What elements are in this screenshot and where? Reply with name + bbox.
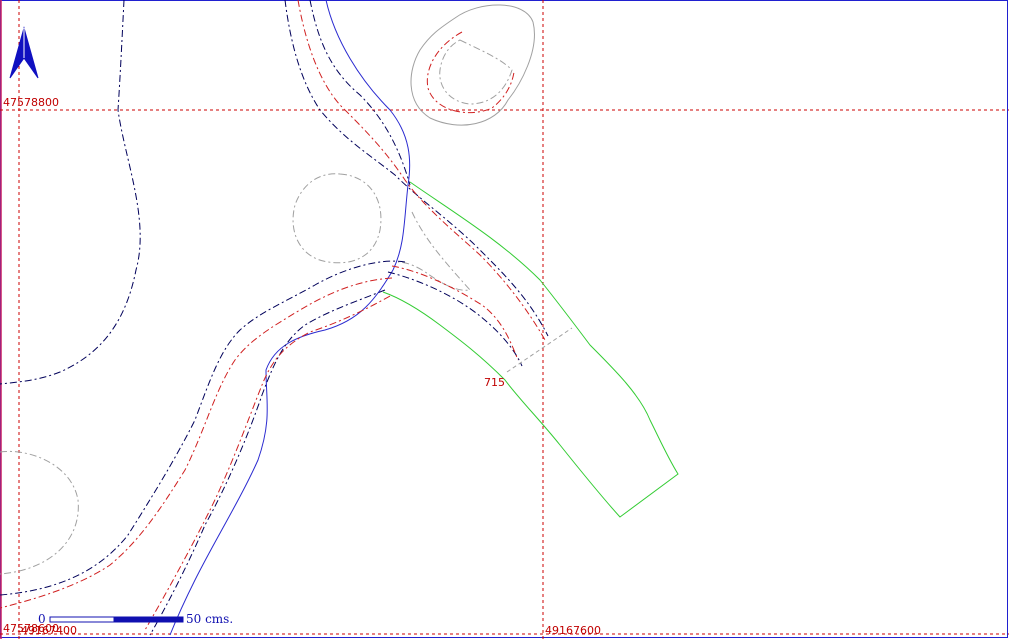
contour-dark-valley-2 [309, 0, 411, 186]
parcel-edge-1 [506, 327, 573, 373]
scale-end-label: 50 cms. [186, 612, 233, 626]
contour-red-valley-4 [144, 295, 391, 631]
scale-bar-filled [113, 616, 184, 623]
contour-dark-valley-4 [0, 260, 406, 596]
contour-red-valley-1 [297, 0, 546, 341]
contour-dark-valley-3 [387, 271, 523, 367]
contour-gray-left [0, 450, 79, 575]
parcel-outline [382, 181, 679, 518]
north-arrow-icon [9, 26, 39, 79]
contour-gray-hill-inner [439, 39, 513, 105]
contour-gray-hill-outer [410, 4, 535, 126]
contour-red-hill [426, 31, 515, 114]
topographic-map[interactable]: 0 50 cms. 47578800 47578600 49167400 491… [0, 0, 1009, 639]
contour-dark-valley-1 [284, 0, 549, 337]
scale-bar-open [49, 616, 115, 623]
grid-label-y-top: 47578800 [3, 96, 59, 109]
grid-label-x-left: 49167400 [21, 624, 77, 637]
contour-dark-valley-5 [149, 289, 386, 636]
river-main [169, 0, 411, 636]
parcel-label: 715 [484, 376, 505, 389]
contour-red-valley-2 [391, 265, 519, 361]
contour-gray-middle [292, 173, 382, 264]
grid-label-x-right: 49167600 [545, 624, 601, 637]
